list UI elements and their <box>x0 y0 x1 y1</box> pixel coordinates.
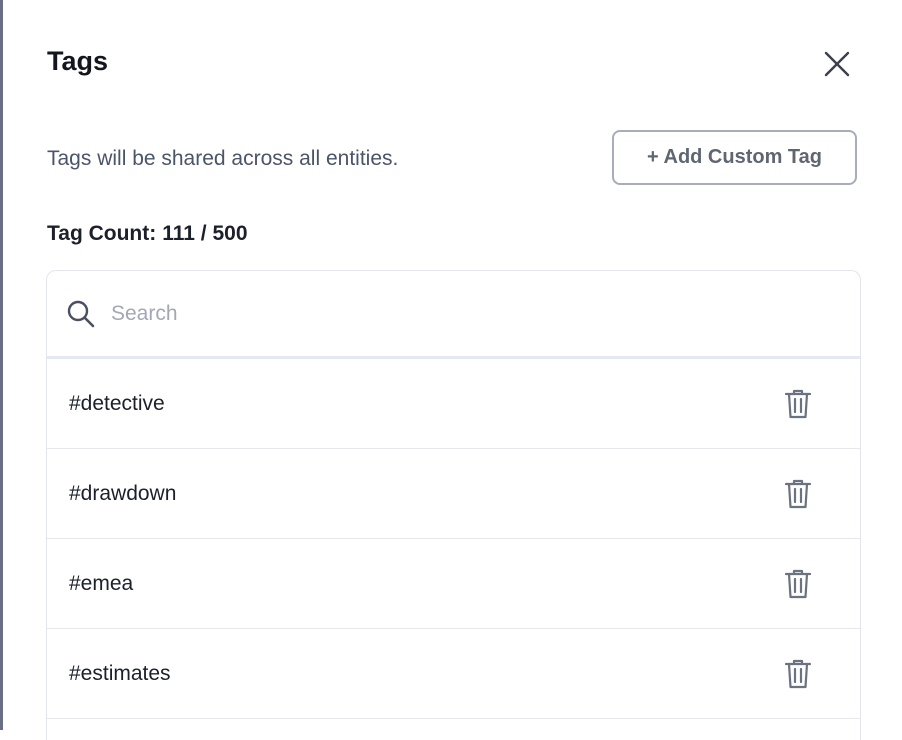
delete-tag-button[interactable] <box>780 476 816 512</box>
search-input[interactable] <box>109 300 713 327</box>
close-button[interactable] <box>817 44 857 84</box>
trash-icon <box>784 569 812 598</box>
panel-description: Tags will be shared across all entities. <box>47 147 399 170</box>
delete-tag-button[interactable] <box>780 656 816 692</box>
delete-tag-button[interactable] <box>780 386 816 422</box>
tag-row: #estimates <box>47 629 860 719</box>
tag-row: #emea <box>47 539 860 629</box>
tag-list-container: #detective #drawdown <box>46 270 861 740</box>
trash-icon <box>784 389 812 418</box>
tag-count: Tag Count: 111 / 500 <box>47 220 248 248</box>
delete-tag-button[interactable] <box>780 566 816 602</box>
tag-count-value: 111 / 500 <box>162 222 248 245</box>
panel-title: Tags <box>47 46 109 76</box>
tags-panel: Tags Tags will be shared across all enti… <box>3 0 902 740</box>
tag-label: #estimates <box>69 661 171 685</box>
search-icon <box>65 298 97 330</box>
tag-label: #drawdown <box>69 481 177 505</box>
tag-row: #detective <box>47 359 860 449</box>
tag-label: #emea <box>69 571 134 595</box>
search-bar <box>47 271 860 359</box>
trash-icon <box>784 659 812 688</box>
add-custom-tag-button[interactable]: + Add Custom Tag <box>612 130 857 185</box>
tag-count-label: Tag Count: <box>47 222 157 245</box>
tag-row: #drawdown <box>47 449 860 539</box>
tag-label: #detective <box>69 391 165 415</box>
close-icon <box>824 51 850 77</box>
trash-icon <box>784 479 812 508</box>
